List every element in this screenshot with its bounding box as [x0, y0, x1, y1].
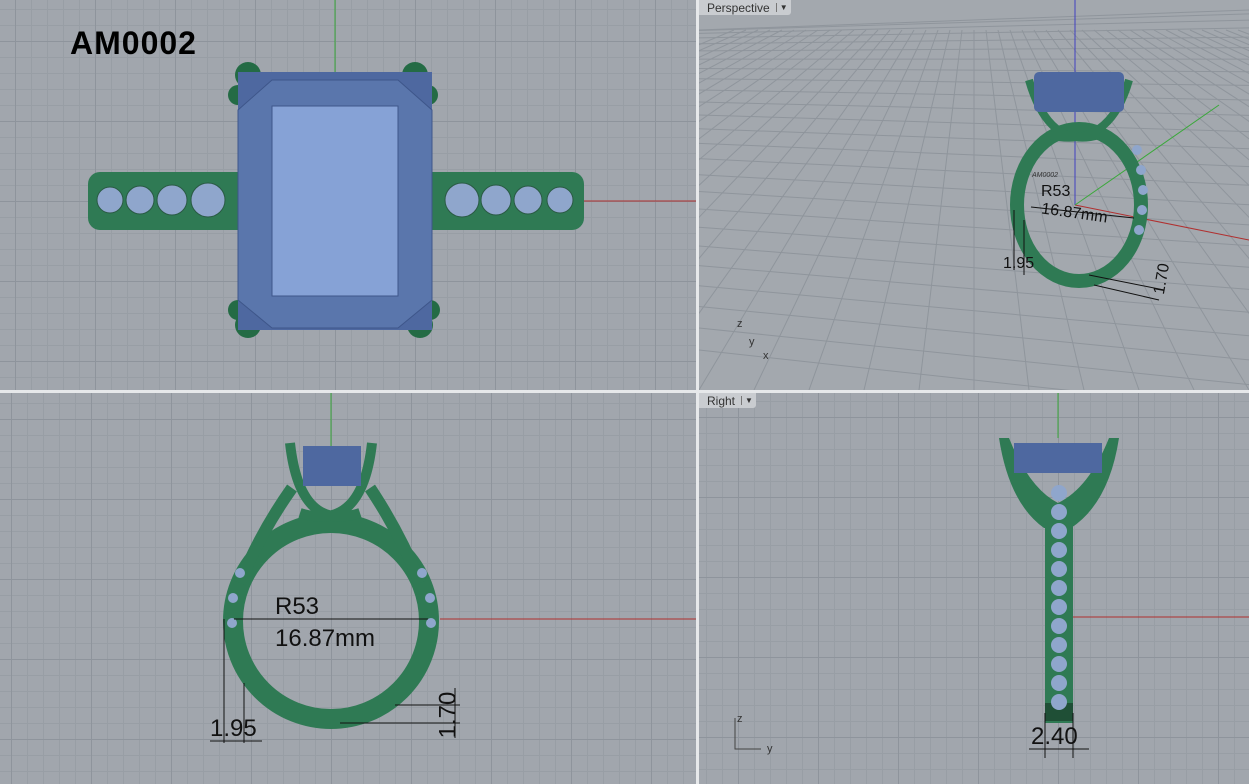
side-stone [1051, 485, 1067, 501]
radius-label: R53 [275, 593, 320, 620]
viewport-front[interactable]: R53 16.87mm 1.95 1.70 [0, 393, 696, 784]
side-stone [1051, 561, 1067, 577]
side-stone [1051, 675, 1067, 691]
side-stone [1051, 542, 1067, 558]
side-stone [1051, 618, 1067, 634]
grid-line [1189, 29, 1249, 58]
grid-line [699, 29, 891, 260]
grid-line [863, 29, 951, 390]
axis-z-label: z [737, 318, 743, 330]
grid-line [918, 29, 963, 390]
model-id-title: AM0002 [70, 25, 197, 61]
viewport-name: Right [707, 393, 736, 408]
side-stone [1051, 523, 1067, 539]
grid-line [753, 29, 927, 390]
viewport-top[interactable]: AM0002 [0, 0, 696, 390]
grid-line [699, 29, 867, 187]
viewport-name: Perspective [707, 0, 770, 15]
radius-label: R53 [1041, 183, 1071, 200]
grid-line [1225, 29, 1249, 40]
thickness-label: 2.40 [1031, 723, 1078, 750]
grid-line [699, 29, 915, 390]
width-label: 1.95 [210, 715, 257, 742]
engraving-label: AM0002 [1032, 172, 1059, 179]
dropdown-arrow-icon[interactable]: ▼ [741, 396, 753, 405]
perspective-view-model [699, 0, 1249, 390]
grid-line [1165, 29, 1249, 74]
right-view-model [734, 393, 1249, 758]
axis-y-label: y [767, 743, 773, 755]
grid-line [699, 29, 879, 219]
side-stone [1051, 694, 1067, 710]
side-stone [1051, 637, 1067, 653]
diameter-label: 16.87mm [275, 625, 376, 652]
axis-x-label: x [763, 350, 769, 362]
axis-z-label: z [737, 713, 743, 725]
viewport-right[interactable]: 2.40 z y Right ▼ [699, 393, 1249, 784]
grid-line [808, 29, 939, 390]
grid-line [699, 29, 903, 315]
viewport-label-right[interactable]: Right ▼ [699, 393, 756, 408]
side-stone [1051, 580, 1067, 596]
dropdown-arrow-icon[interactable]: ▼ [775, 3, 788, 12]
viewport-label-perspective[interactable]: Perspective ▼ [699, 0, 791, 15]
viewport-perspective[interactable]: AM0002 R53 16.87mm 1.95 1.70 z y x Persp… [699, 0, 1249, 390]
side-stone [1051, 504, 1067, 520]
width-label: 1.95 [1003, 255, 1035, 272]
height-label: 1.70 [434, 691, 462, 739]
side-stone [1051, 599, 1067, 615]
side-stone [1051, 656, 1067, 672]
front-view-model [210, 393, 696, 743]
axis-y-label: y [749, 336, 755, 348]
